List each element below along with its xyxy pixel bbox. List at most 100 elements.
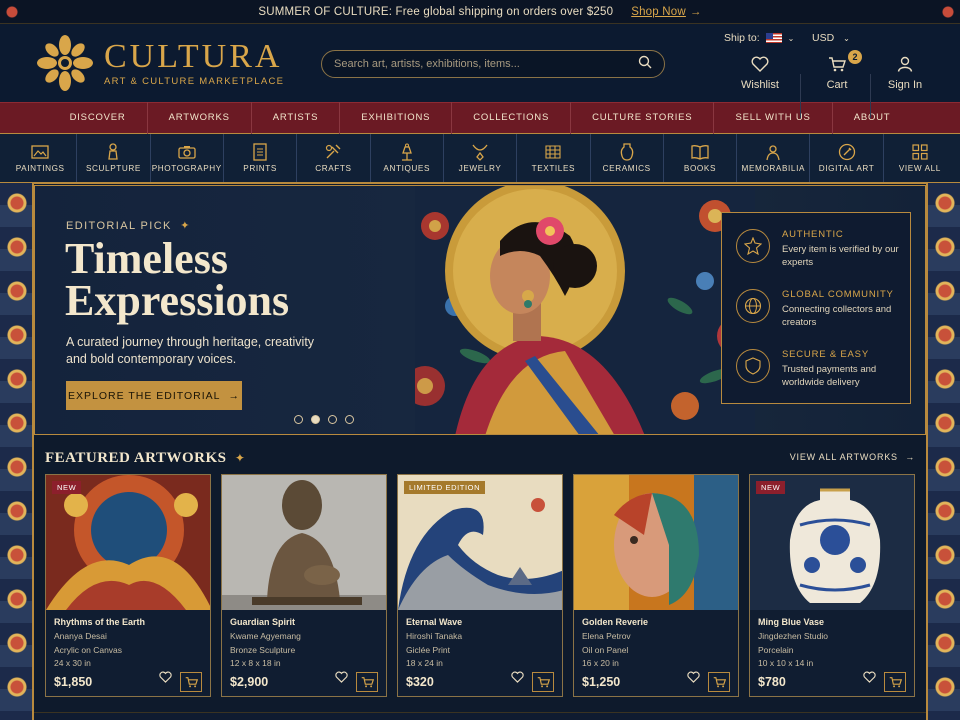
artwork-title: Rhythms of the Earth — [54, 617, 146, 627]
hero-description: A curated journey through heritage, crea… — [66, 335, 315, 366]
ship-to-selector[interactable]: Ship to: ⌄ — [724, 32, 794, 44]
shield-icon — [736, 349, 770, 383]
limited-edition-tag: LIMITED EDITION — [404, 481, 486, 494]
nav-exhibitions[interactable]: EXHIBITIONS — [340, 102, 453, 134]
view-all-artworks-link[interactable]: VIEW ALL ARTWORKS → — [790, 452, 915, 462]
nav-artists[interactable]: ARTISTS — [252, 102, 341, 134]
artwork-image — [574, 475, 738, 610]
print-icon — [250, 143, 270, 161]
artwork-size: 12 x 8 x 18 in — [230, 658, 281, 668]
hero-eyebrow: EDITORIAL PICK ✦ — [66, 220, 191, 232]
add-to-cart-button[interactable] — [708, 672, 730, 692]
artwork-card[interactable]: LIMITED EDITION Eternal Wave Hiroshi Tan… — [397, 474, 563, 697]
divider — [800, 74, 801, 118]
category-jewelry[interactable]: JEWELRY — [444, 134, 518, 182]
artwork-image: NEW — [750, 475, 914, 610]
book-icon — [690, 143, 710, 161]
carousel-dot-2[interactable] — [311, 415, 320, 424]
carousel-dot-4[interactable] — [345, 415, 354, 424]
painting-icon — [30, 143, 50, 161]
artwork-card[interactable]: Guardian Spirit Kwame Agyemang Bronze Sc… — [221, 474, 387, 697]
category-paintings[interactable]: PAINTINGS — [4, 134, 78, 182]
artwork-size: 24 x 30 in — [54, 658, 91, 668]
carousel-dot-3[interactable] — [328, 415, 337, 424]
nav-discover[interactable]: DISCOVER — [49, 102, 148, 134]
category-ceramics[interactable]: CERAMICS — [591, 134, 664, 182]
category-sculpture[interactable]: SCULPTURE — [77, 134, 151, 182]
category-prints[interactable]: PRINTS — [224, 134, 298, 182]
add-to-cart-button[interactable] — [180, 672, 202, 692]
next-section-edge — [34, 712, 926, 720]
artwork-card[interactable]: NEW Ming Blue Vase Jingdezhen Studio Por… — [749, 474, 915, 697]
search-input[interactable] — [334, 58, 638, 70]
sparkle-icon: ✦ — [180, 220, 191, 232]
category-crafts[interactable]: CRAFTS — [297, 134, 371, 182]
heart-icon[interactable] — [863, 670, 876, 688]
grid-icon — [910, 143, 930, 161]
cart-icon — [713, 677, 726, 688]
category-bar: PAINTINGS SCULPTURE PHOTOGRAPHY PRINTS C… — [0, 134, 960, 184]
heart-icon[interactable] — [687, 670, 700, 688]
currency-selector[interactable]: USD ⌄ — [812, 32, 850, 44]
add-to-cart-button[interactable] — [884, 672, 906, 692]
shop-now-link[interactable]: Shop Now — [631, 6, 686, 18]
heart-icon[interactable] — [511, 670, 524, 688]
brand-name: CULTURA — [104, 37, 283, 75]
user-icon — [885, 54, 925, 74]
wishlist-label: Wishlist — [741, 79, 779, 91]
artwork-medium: Giclée Print — [406, 644, 450, 655]
explore-editorial-button[interactable]: EXPLORE THE EDITORIAL → — [66, 381, 242, 410]
chevron-down-icon: ⌄ — [787, 33, 795, 43]
heart-icon[interactable] — [335, 670, 348, 688]
add-to-cart-button[interactable] — [532, 672, 554, 692]
artwork-price: $780 — [758, 675, 786, 689]
artwork-title: Golden Reverie — [582, 617, 649, 627]
heart-icon[interactable] — [159, 670, 172, 688]
antiques-icon — [397, 143, 417, 161]
artwork-card-list: NEW Rhythms of the Earth Ananya Desai Ac… — [45, 474, 915, 697]
sign-in-button[interactable]: Sign In — [885, 54, 925, 91]
carousel-dot-1[interactable] — [294, 415, 303, 424]
decorative-border-right — [926, 183, 960, 720]
add-to-cart-button[interactable] — [356, 672, 378, 692]
memorabilia-icon — [763, 143, 783, 161]
artwork-medium: Porcelain — [758, 644, 794, 655]
main-navigation: DISCOVER ARTWORKS ARTISTS EXHIBITIONS CO… — [0, 102, 960, 134]
category-textiles[interactable]: TEXTILES — [517, 134, 591, 182]
nav-about[interactable]: ABOUT — [833, 102, 912, 134]
nav-collections[interactable]: COLLECTIONS — [452, 102, 572, 134]
category-digital-art[interactable]: DIGITAL ART — [810, 134, 884, 182]
artwork-artist: Jingdezhen Studio — [758, 631, 828, 641]
globe-icon — [736, 289, 770, 323]
section-title: FEATURED ARTWORKS — [45, 450, 227, 466]
artwork-card[interactable]: NEW Rhythms of the Earth Ananya Desai Ac… — [45, 474, 211, 697]
sign-in-label: Sign In — [887, 79, 923, 91]
feature-secure: SECURE & EASY Trusted payments and world… — [736, 349, 900, 389]
site-header: CULTURA ART & CULTURE MARKETPLACE Ship t… — [0, 24, 960, 118]
nav-sell-with-us[interactable]: SELL WITH US — [714, 102, 833, 134]
artwork-size: 16 x 20 in — [582, 658, 619, 668]
category-antiques[interactable]: ANTIQUES — [371, 134, 444, 182]
search-icon[interactable] — [638, 55, 652, 74]
brand-logo[interactable]: CULTURA ART & CULTURE MARKETPLACE — [104, 37, 284, 87]
artwork-size: 10 x 10 x 14 in — [758, 658, 814, 668]
category-view-all[interactable]: VIEW ALL — [884, 134, 956, 182]
cart-button[interactable]: 2 Cart — [820, 50, 862, 91]
announcement-bar: SUMMER OF CULTURE: Free global shipping … — [0, 0, 960, 24]
cart-icon: 2 — [820, 50, 862, 74]
artwork-image: LIMITED EDITION — [398, 475, 562, 610]
category-books[interactable]: BOOKS — [664, 134, 738, 182]
featured-section-header: FEATURED ARTWORKS ✦ VIEW ALL ARTWORKS → — [45, 449, 915, 467]
nav-culture-stories[interactable]: CULTURE STORIES — [571, 102, 715, 134]
artwork-image: NEW — [46, 475, 210, 610]
category-memorabilia[interactable]: MEMORABILIA — [737, 134, 811, 182]
artwork-artist: Elena Petrov — [582, 631, 631, 641]
cart-icon — [889, 677, 902, 688]
badge-icon — [736, 229, 770, 263]
mandala-logo-icon[interactable] — [36, 34, 94, 92]
digital-art-icon — [837, 143, 857, 161]
category-photography[interactable]: PHOTOGRAPHY — [151, 134, 224, 182]
wishlist-button[interactable]: Wishlist — [738, 54, 782, 91]
nav-artworks[interactable]: ARTWORKS — [148, 102, 252, 134]
artwork-card[interactable]: Golden Reverie Elena Petrov Oil on Panel… — [573, 474, 739, 697]
